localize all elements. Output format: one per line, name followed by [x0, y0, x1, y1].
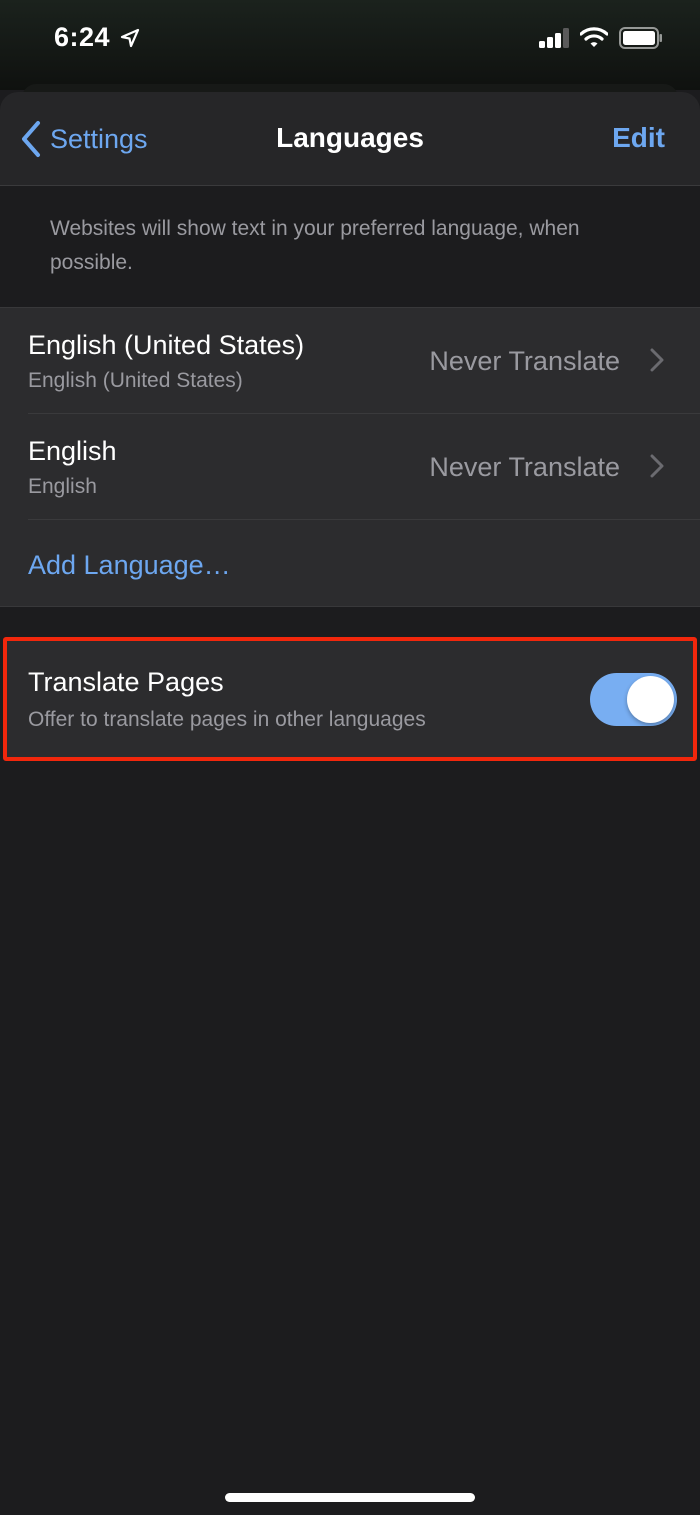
cellular-signal-icon [539, 28, 569, 48]
chevron-right-icon [650, 454, 664, 478]
battery-icon [619, 27, 662, 49]
edit-button[interactable]: Edit [612, 122, 665, 154]
location-arrow-icon [120, 28, 140, 48]
highlight-annotation [3, 637, 697, 761]
language-name: English (United States) [28, 330, 305, 360]
language-native-name: English [28, 475, 97, 498]
row-divider [28, 519, 700, 520]
translate-setting-value: Never Translate [429, 452, 620, 482]
language-name: English [28, 436, 117, 466]
languages-sheet: Settings Languages Edit Websites will sh… [0, 92, 700, 1515]
language-native-name: English (United States) [28, 369, 243, 392]
home-indicator [225, 1493, 475, 1502]
status-bar: 6:24 [0, 0, 700, 80]
add-language-button[interactable]: Add Language… [28, 550, 231, 581]
page-title: Languages [276, 122, 424, 153]
translate-setting-value: Never Translate [429, 346, 620, 376]
chevron-right-icon [650, 348, 664, 372]
language-row-english-us[interactable]: English (United States) English (United … [0, 308, 700, 414]
language-row-english[interactable]: English English Never Translate [0, 414, 700, 520]
screen: 6:24 Settings Languages Edit Websites wi… [0, 0, 700, 1515]
navigation-bar: Settings Languages Edit [0, 92, 700, 186]
languages-description: Websites will show text in your preferre… [50, 217, 580, 274]
status-time: 6:24 [54, 22, 111, 52]
languages-list: English (United States) English (United … [0, 307, 700, 607]
wifi-icon [580, 27, 608, 47]
